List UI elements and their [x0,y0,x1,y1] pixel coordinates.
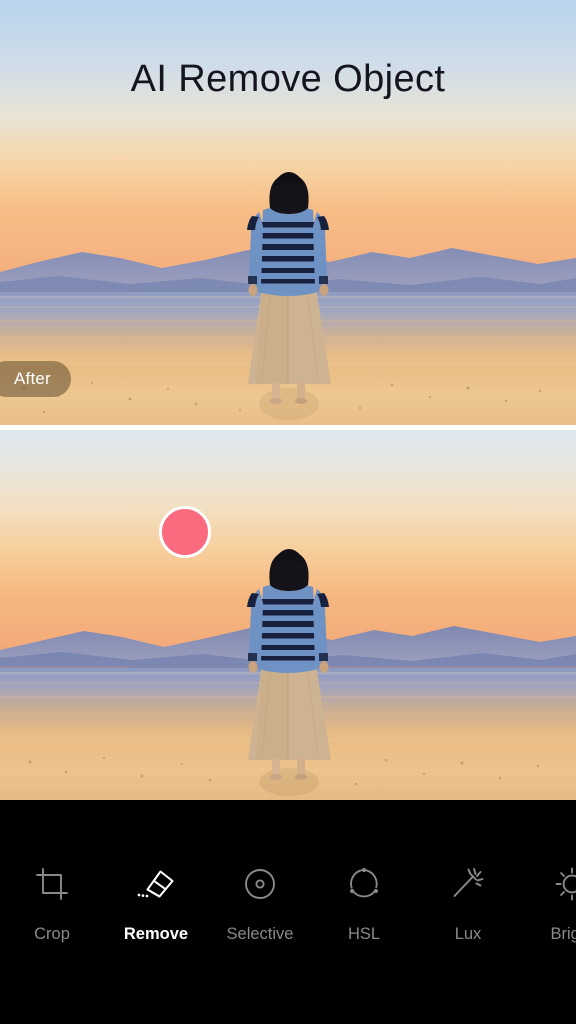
tool-strip[interactable]: Crop Remove Selective HSL Lux Brig [0,858,576,968]
hsl-circle-icon [344,858,384,910]
page-title: AI Remove Object [130,58,446,100]
tool-brightness[interactable]: Bright [520,858,576,943]
tool-crop-label: Crop [34,925,70,943]
tool-remove-label: Remove [123,925,189,943]
before-scene-image [0,430,576,800]
editing-toolbar: Crop Remove Selective HSL Lux Brig [0,800,576,1024]
after-badge: After [0,361,71,397]
tool-selective-label: Selective [226,925,294,943]
target-dot-icon [240,858,280,910]
tool-remove[interactable]: Remove [104,858,208,943]
before-image-panel[interactable]: Before [0,430,576,800]
crop-icon [32,858,72,910]
app-root: After Crop Remove Selective HSL Lux Brig… [0,0,576,1024]
magic-wand-icon [447,858,489,910]
sun-icon [552,858,576,910]
tool-hsl[interactable]: HSL [312,858,416,943]
tool-brightness-label: Bright [550,925,576,943]
tool-lux-label: Lux [454,925,482,943]
tool-lux[interactable]: Lux [416,858,520,943]
tool-selective[interactable]: Selective [208,858,312,943]
after-badge-label: After [14,369,51,388]
brush-cursor[interactable] [159,506,211,558]
eraser-icon [134,858,178,910]
panel-divider [0,425,576,430]
tool-hsl-label: HSL [347,925,381,943]
tool-crop[interactable]: Crop [0,858,104,943]
